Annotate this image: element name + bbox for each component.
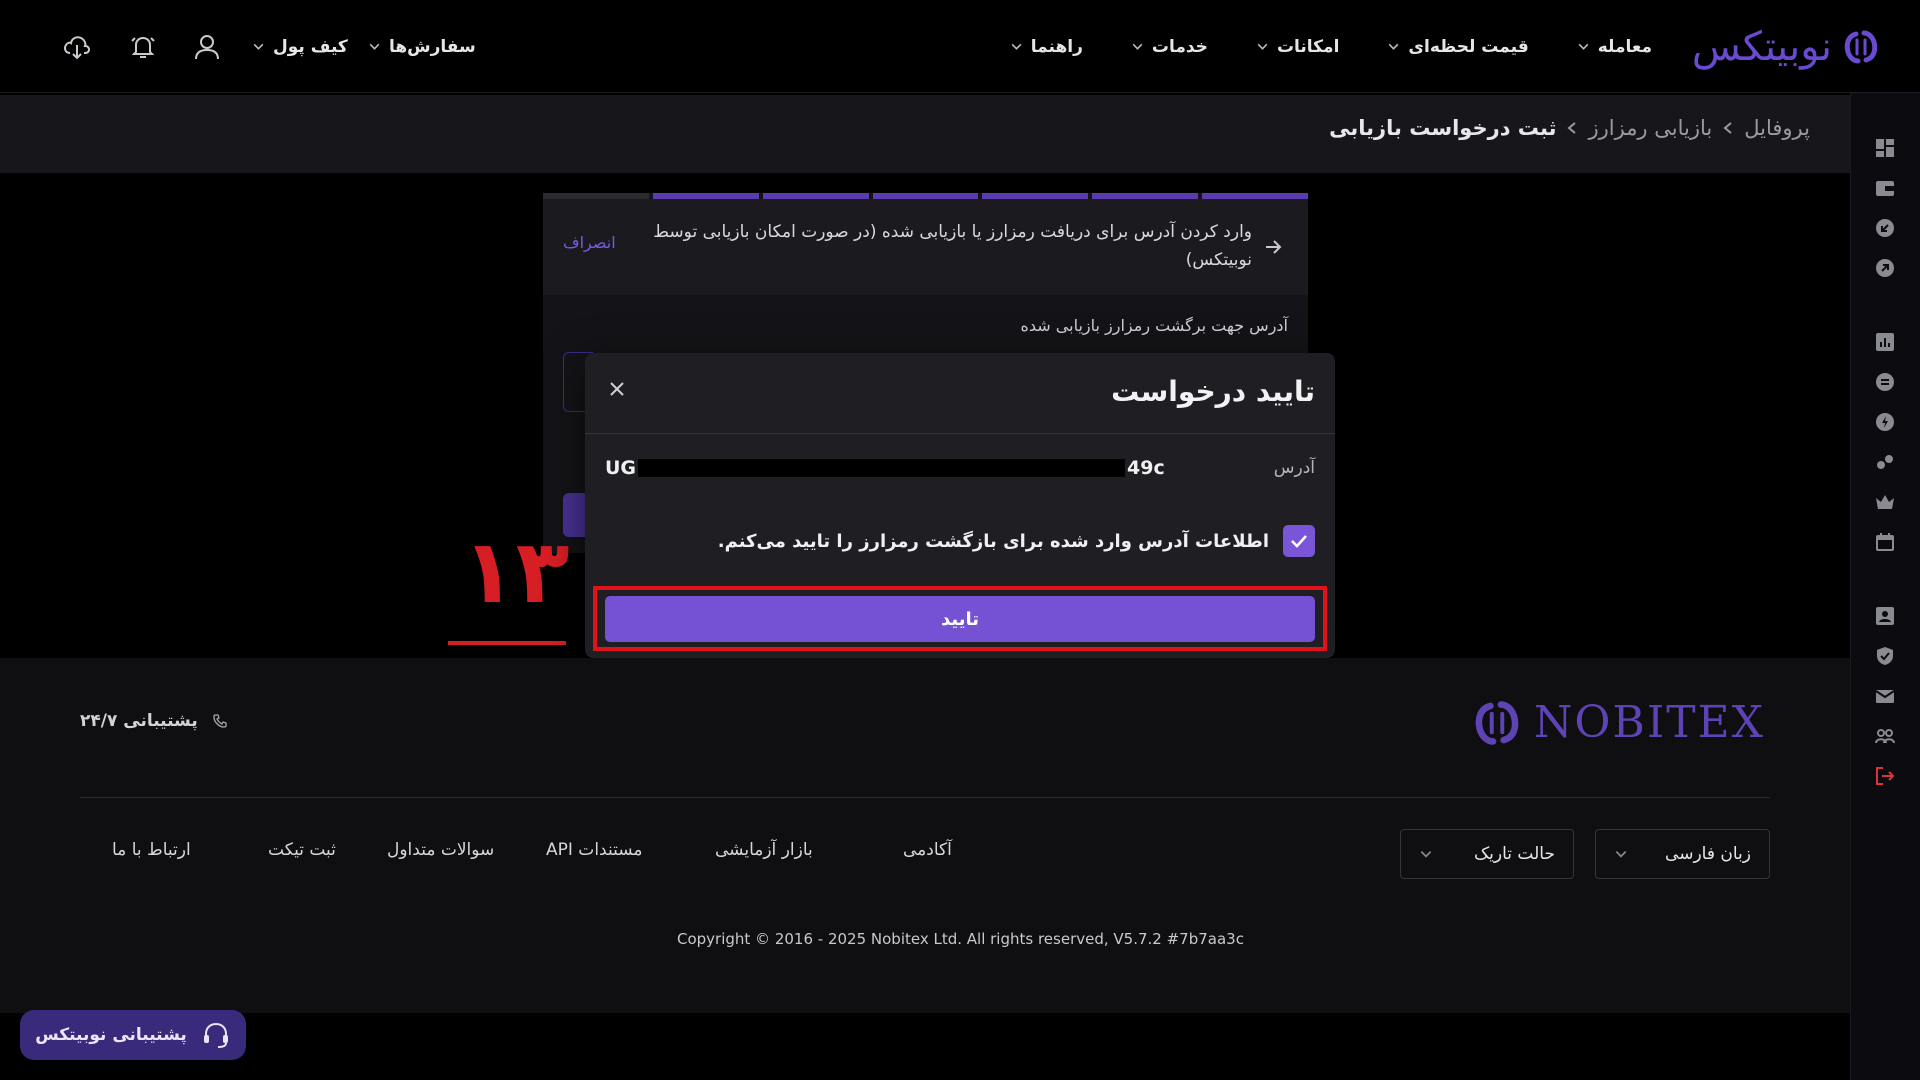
breadcrumb-item-current: ثبت درخواست بازیابی — [1329, 116, 1557, 140]
logo-text: نوبیتکس — [1691, 24, 1832, 70]
breadcrumb-item-recovery[interactable]: بازیابی رمزارز — [1588, 116, 1712, 140]
chevron-left-icon — [1723, 122, 1732, 134]
check-icon — [1291, 535, 1307, 548]
breadcrumb-item-profile[interactable]: پروفایل — [1744, 116, 1810, 140]
referral-icon[interactable] — [1874, 725, 1896, 747]
main-nav: معامله قیمت لحظه‌ای امکانات خدمات راهنما — [1010, 0, 1652, 93]
wallet-icon[interactable] — [1874, 177, 1896, 199]
address-label: آدرس — [1273, 458, 1315, 478]
withdraw-icon[interactable] — [1874, 257, 1896, 279]
address-suffix: 49c — [1127, 457, 1165, 479]
chevron-down-icon — [1389, 43, 1399, 50]
mail-icon[interactable] — [1874, 685, 1896, 707]
address-prefix: UG — [605, 457, 637, 479]
wallet-menu-label: کیف پول — [273, 36, 348, 57]
orders-menu-label: سفارش‌ها — [389, 36, 476, 57]
security-icon[interactable] — [1874, 645, 1896, 667]
close-icon[interactable] — [605, 377, 629, 401]
theme-value: حالت تاریک — [1473, 844, 1555, 864]
chevron-down-icon — [1011, 43, 1022, 50]
footer-link-faq[interactable]: سوالات متداول — [387, 840, 494, 860]
footer-link-ticket[interactable]: ثبت تیکت — [268, 840, 336, 860]
address-field-label: آدرس جهت برگشت رمزارز بازیابی شده — [1020, 316, 1289, 335]
nav-label: راهنما — [1030, 36, 1083, 57]
nav-item-prices[interactable]: قیمت لحظه‌ای — [1387, 36, 1529, 57]
theme-select[interactable]: حالت تاریک — [1400, 829, 1574, 879]
support-text: پشتیبانی ۲۴/۷ — [80, 711, 198, 731]
nobitex-logo-icon — [1475, 700, 1519, 745]
confirm-request-modal: تایید درخواست آدرس UG 49c اطلاعات آدرس و… — [585, 353, 1335, 658]
chevron-down-icon — [1257, 43, 1268, 50]
chevron-down-icon — [1420, 851, 1432, 858]
footer-link-demo-market[interactable]: بازار آزمایشی — [715, 840, 813, 860]
chevron-down-icon — [1578, 43, 1589, 50]
breadcrumb: پروفایل بازیابی رمزارز ثبت درخواست بازیا… — [1329, 116, 1810, 140]
floating-support-button[interactable]: پشتیبانی نوبیتکس — [20, 1010, 246, 1060]
dashboard-icon[interactable] — [1874, 137, 1896, 159]
confirm-button[interactable]: تایید — [605, 596, 1315, 642]
right-sidebar — [1850, 93, 1920, 1080]
floating-support-label: پشتیبانی نوبیتکس — [35, 1025, 187, 1045]
nav-item-features[interactable]: امکانات — [1256, 37, 1339, 57]
orders-menu[interactable]: سفارش‌ها — [368, 0, 476, 93]
annotation-underline — [448, 641, 566, 645]
card-title: وارد کردن آدرس برای دریافت رمزارز یا باز… — [653, 222, 1252, 270]
nav-item-trade[interactable]: معامله — [1577, 37, 1652, 57]
confirm-text: اطلاعات آدرس وارد شده برای بازگشت رمزارز… — [717, 530, 1269, 552]
language-value: زبان فارسی — [1665, 844, 1751, 864]
copyright-text: Copyright © 2016 - 2025 Nobitex Ltd. All… — [677, 930, 1244, 948]
footer-logo-text: NOBITEX — [1533, 697, 1765, 748]
annotation-step-number: ۱۳ — [462, 520, 570, 623]
phone-icon — [213, 714, 227, 728]
footer-logo[interactable]: NOBITEX — [1472, 697, 1765, 748]
language-select[interactable]: زبان فارسی — [1595, 829, 1770, 879]
nav-item-guide[interactable]: راهنما — [1010, 37, 1083, 57]
nobitex-logo-icon — [1844, 30, 1878, 64]
nav-item-services[interactable]: خدمات — [1131, 37, 1208, 57]
gift-icon[interactable] — [1874, 451, 1896, 473]
nav-label: معامله — [1597, 36, 1652, 57]
footer-link-contact[interactable]: ارتباط با ما — [112, 840, 191, 860]
nav-label: امکانات — [1276, 36, 1340, 57]
lightning-icon[interactable] — [1874, 411, 1896, 433]
address-redaction — [638, 459, 1126, 477]
exchange-icon[interactable] — [1874, 371, 1896, 393]
chart-icon[interactable] — [1874, 331, 1896, 353]
nav-label: قیمت لحظه‌ای — [1408, 36, 1529, 57]
footer-divider — [80, 797, 1770, 798]
logout-icon[interactable] — [1874, 765, 1896, 787]
confirm-checkbox[interactable] — [1283, 525, 1315, 557]
profile-icon[interactable] — [1874, 605, 1896, 627]
wallet-menu[interactable]: کیف پول — [252, 0, 348, 93]
modal-title: تایید درخواست — [1111, 375, 1315, 408]
confirm-checkbox-row[interactable]: اطلاعات آدرس وارد شده برای بازگشت رمزارز… — [718, 525, 1315, 557]
deposit-icon[interactable] — [1874, 217, 1896, 239]
chevron-down-icon — [1132, 43, 1143, 50]
support-info: پشتیبانی ۲۴/۷ — [80, 711, 228, 731]
brand-logo[interactable]: نوبیتکس — [1692, 24, 1880, 70]
chevron-down-icon — [253, 43, 264, 50]
footer-link-academy[interactable]: آکادمی — [903, 840, 952, 860]
footer-link-api-docs[interactable]: مستندات API — [546, 840, 643, 860]
arrow-right-icon[interactable] — [1262, 236, 1284, 258]
calendar-icon[interactable] — [1874, 531, 1896, 553]
download-app-icon[interactable] — [62, 33, 92, 61]
chevron-left-icon — [1567, 122, 1577, 134]
headset-icon — [203, 1022, 228, 1048]
chevron-down-icon — [1615, 851, 1627, 858]
cancel-link[interactable]: انصراف — [563, 233, 616, 252]
address-value: UG 49c — [605, 454, 1165, 482]
crown-icon[interactable] — [1874, 491, 1896, 513]
chevron-down-icon — [369, 43, 380, 50]
nav-label: خدمات — [1151, 36, 1208, 57]
notification-bell-icon[interactable] — [129, 33, 157, 61]
modal-divider — [585, 433, 1335, 434]
user-profile-icon[interactable] — [194, 33, 220, 61]
